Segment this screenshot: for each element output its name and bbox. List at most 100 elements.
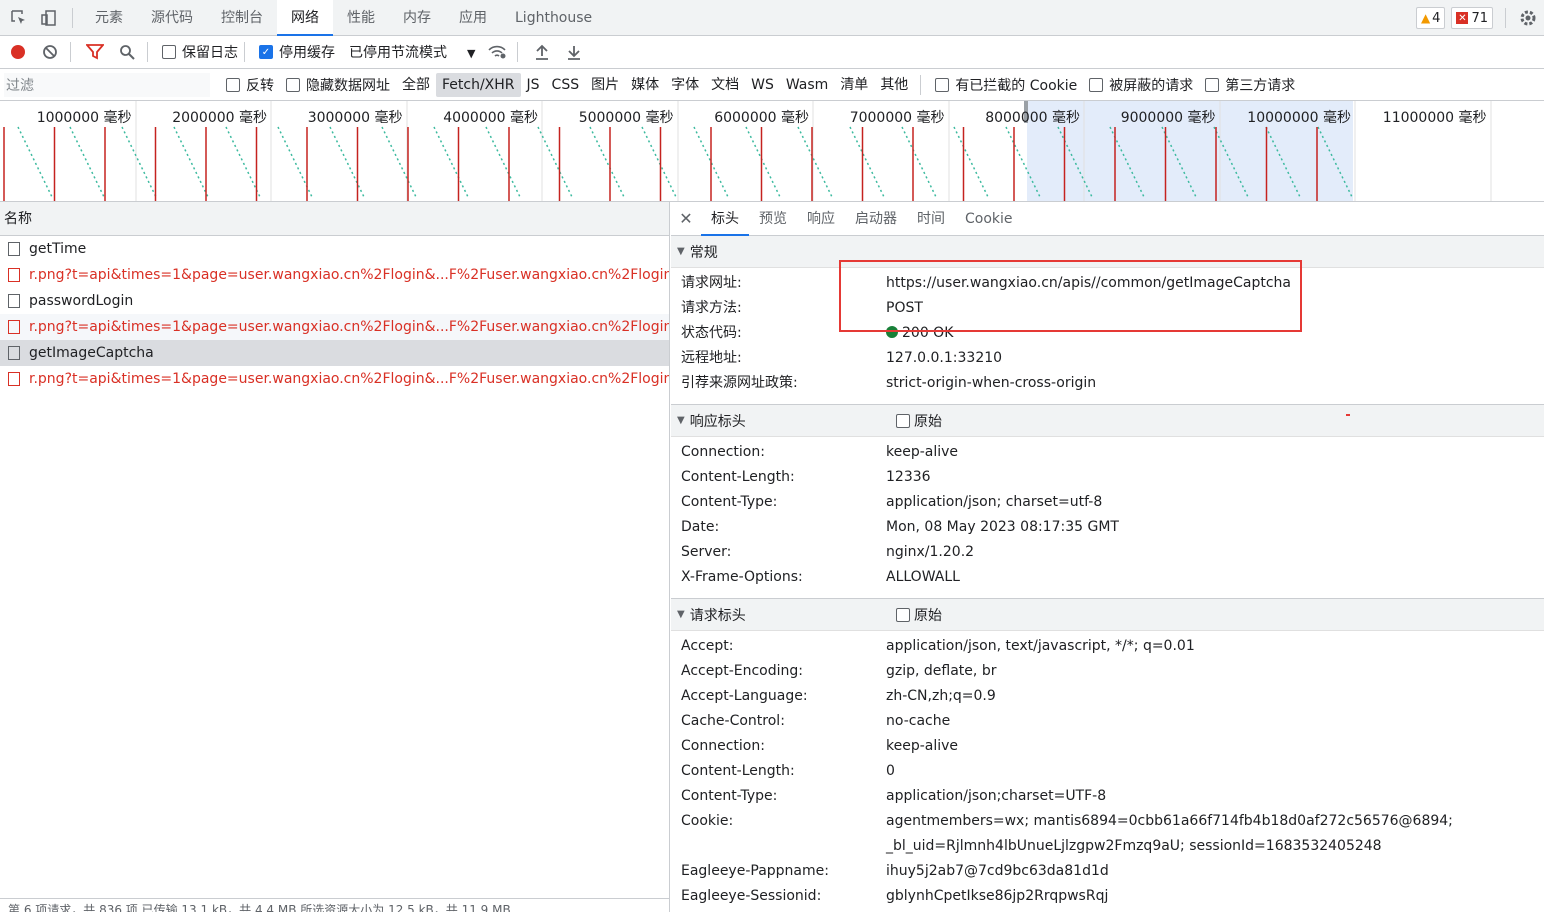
header-value: zh-CN,zh;q=0.9 <box>886 688 996 704</box>
header-value: gzip, deflate, br <box>886 663 997 679</box>
header-value: keep-alive <box>886 738 959 754</box>
panel-tab[interactable]: 元素 <box>81 0 137 36</box>
header-value: ALLOWALL <box>886 569 960 585</box>
divider <box>1505 8 1506 28</box>
resource-type-filter[interactable]: 图片 <box>585 73 625 97</box>
resource-type-filters: 全部 Fetch/XHR JS CSS 图片 媒体 字体 文档 WS Wasm 清单 其他 <box>396 73 914 97</box>
header-row: Cache-Control: no-cache <box>671 709 1544 734</box>
panel-tab[interactable]: 源代码 <box>137 0 207 36</box>
request-rows: getTime r.png?t=api&times=1&page=user.wan… <box>0 236 669 392</box>
request-headers-header[interactable]: ▼ 请求标头 原始 <box>671 599 1544 631</box>
resource-type-filter[interactable]: 字体 <box>665 73 705 97</box>
header-row: Accept: application/json, text/javascript… <box>671 634 1544 659</box>
response-header-rows: Connection: keep-alive Content-Length: 1233… <box>671 437 1544 598</box>
panel-tab[interactable]: 应用 <box>445 0 501 36</box>
filter-icon[interactable] <box>81 38 109 66</box>
preserve-log-checkbox[interactable]: 保留日志 <box>162 42 238 62</box>
response-raw-checkbox[interactable]: 原始 <box>896 411 942 431</box>
file-icon <box>8 268 20 282</box>
warnings-badge[interactable]: ▲ 4 <box>1415 7 1446 29</box>
request-row[interactable]: getImageCaptcha <box>0 340 669 366</box>
name-column-header[interactable]: 名称 <box>0 202 669 236</box>
resource-type-filter[interactable]: 全部 <box>396 73 436 97</box>
header-name: Content-Length: <box>681 763 795 779</box>
detail-tab[interactable]: 启动器 <box>845 202 907 236</box>
request-raw-checkbox[interactable]: 原始 <box>896 605 942 625</box>
panel-tab[interactable]: 控制台 <box>207 0 277 36</box>
resource-type-filter[interactable]: 媒体 <box>625 73 665 97</box>
invert-checkbox[interactable]: 反转 <box>226 75 274 95</box>
clear-icon[interactable] <box>36 38 64 66</box>
third-party-checkbox[interactable]: 第三方请求 <box>1205 75 1295 95</box>
inspect-element-icon[interactable] <box>8 7 30 29</box>
panel-tab[interactable]: 网络 <box>277 0 333 36</box>
overview-request-trace <box>225 126 261 198</box>
overview-tick-label: 4000000 毫秒 <box>443 110 538 126</box>
header-row: Content-Type: application/json; charset=u… <box>671 490 1544 515</box>
overview-tick-label: 9000000 毫秒 <box>1120 110 1216 126</box>
divider <box>244 42 245 62</box>
divider <box>920 75 922 95</box>
header-name: Cookie: <box>681 813 734 829</box>
search-icon[interactable] <box>113 38 141 66</box>
request-row[interactable]: r.png?t=api&times=1&page=user.wangxiao.c… <box>0 366 669 392</box>
request-list: 名称 getTime r.png?t=api&times=1&page=user.… <box>0 202 670 912</box>
record-icon[interactable] <box>4 38 32 66</box>
filter-input[interactable]: 过滤 <box>4 73 210 97</box>
resource-type-filter[interactable]: 其他 <box>874 73 914 97</box>
triangle-down-icon: ▼ <box>677 415 685 426</box>
header-value: gblynhCpetIkse86jp2RrqpwsRqj <box>886 888 1109 904</box>
detail-tab[interactable]: Cookie <box>955 202 1023 236</box>
header-name: Content-Type: <box>681 494 778 510</box>
network-conditions-icon[interactable] <box>483 38 511 66</box>
detail-tab[interactable]: 标头 <box>701 202 749 236</box>
detail-tab[interactable]: 预览 <box>749 202 797 236</box>
network-overview-timeline[interactable]: 1000000 毫秒 2000000 毫秒 3000000 毫秒 4000000 毫秒… <box>0 101 1544 202</box>
resource-type-filter[interactable]: Fetch/XHR <box>436 73 521 97</box>
resource-type-filter[interactable]: 文档 <box>705 73 745 97</box>
panel-tab[interactable]: 性能 <box>333 0 389 36</box>
header-name: 引荐来源网址政策: <box>681 375 798 391</box>
resource-type-filter[interactable]: Wasm <box>780 73 834 97</box>
disable-cache-checkbox[interactable]: ✓ 停用缓存 <box>259 42 335 62</box>
overview-request-trace <box>485 126 521 198</box>
header-row: Content-Length: 0 <box>671 759 1544 784</box>
detail-tab[interactable]: 时间 <box>907 202 955 236</box>
warning-icon: ▲ <box>1420 11 1431 25</box>
overview-tick-label: 10000000 毫秒 <box>1247 110 1351 126</box>
blocked-requests-checkbox[interactable]: 被屏蔽的请求 <box>1089 75 1193 95</box>
response-headers-header[interactable]: ▼ 响应标头 原始 <box>671 405 1544 437</box>
header-value: nginx/1.20.2 <box>886 544 975 560</box>
throttling-select[interactable]: 已停用节流模式 ▼ <box>349 42 475 62</box>
panel-tab[interactable]: Lighthouse <box>501 0 606 36</box>
export-har-icon[interactable] <box>560 38 588 66</box>
header-value: Mon, 08 May 2023 08:17:35 GMT <box>886 519 1119 535</box>
header-row: X-Frame-Options: ALLOWALL <box>671 565 1544 590</box>
settings-gear-icon[interactable] <box>1512 9 1544 27</box>
header-row: Content-Type: application/json;charset=UT… <box>671 784 1544 809</box>
detail-tab[interactable]: 响应 <box>797 202 845 236</box>
resource-type-filter[interactable]: WS <box>745 73 780 97</box>
error-icon: ✕ <box>1456 12 1469 24</box>
overview-tick-label: 6000000 毫秒 <box>714 110 809 126</box>
panel-tab[interactable]: 内存 <box>389 0 445 36</box>
network-status-bar: 第 6 项请求，共 836 项 已传输 13.1 kB，共 4.4 MB 所选资… <box>0 898 670 912</box>
request-row[interactable]: r.png?t=api&times=1&page=user.wangxiao.c… <box>0 314 669 340</box>
close-icon[interactable]: ✕ <box>671 209 701 228</box>
errors-badge[interactable]: ✕ 71 <box>1451 7 1493 29</box>
import-har-icon[interactable] <box>528 38 556 66</box>
device-toolbar-icon[interactable] <box>38 7 60 29</box>
overview-request-trace <box>17 126 53 198</box>
resource-type-filter[interactable]: CSS <box>546 73 586 97</box>
request-row[interactable]: passwordLogin <box>0 288 669 314</box>
hide-data-urls-checkbox[interactable]: 隐藏数据网址 <box>286 75 390 95</box>
resource-type-filter[interactable]: 清单 <box>834 73 874 97</box>
request-row[interactable]: getTime <box>0 236 669 262</box>
header-name <box>671 834 886 859</box>
header-row: Connection: keep-alive <box>671 734 1544 759</box>
blocked-cookies-checkbox[interactable]: 有已拦截的 Cookie <box>935 75 1077 95</box>
resource-type-filter[interactable]: JS <box>521 73 546 97</box>
request-row[interactable]: r.png?t=api&times=1&page=user.wangxiao.c… <box>0 262 669 288</box>
header-name: X-Frame-Options: <box>681 569 803 585</box>
header-value: keep-alive <box>886 444 959 460</box>
